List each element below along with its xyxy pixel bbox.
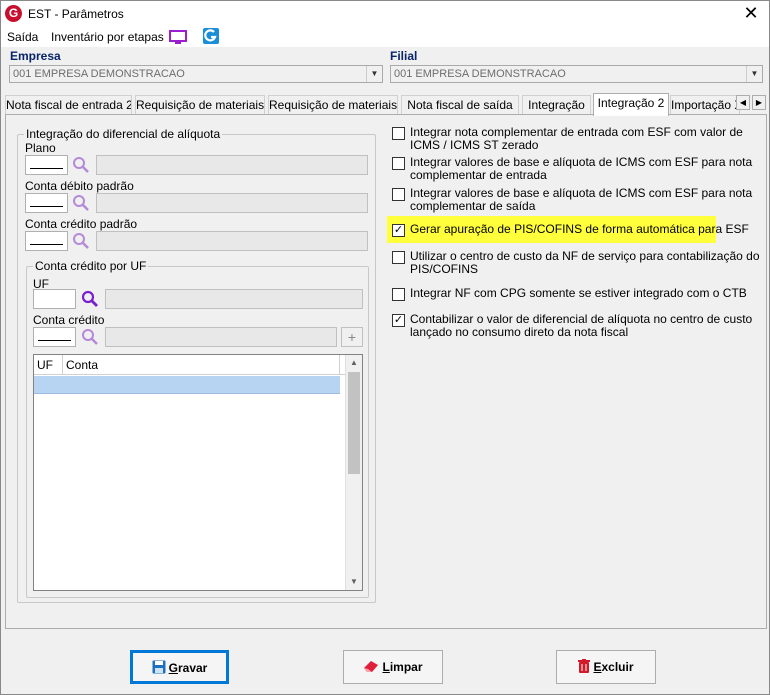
filial-combo[interactable]: 001 EMPRESA DEMONSTRACAO ▼ [390,65,763,83]
scroll-down-icon[interactable]: ▼ [346,574,362,590]
option-apuracao-pis-cofins-esf[interactable]: ✓ Gerar apuração de PIS/COFINS de forma … [392,223,762,239]
checkbox[interactable] [392,157,405,170]
tab-nota-fiscal-entrada-2[interactable]: Nota fiscal de entrada 2 [5,95,132,115]
option-base-aliquota-icms-saida[interactable]: Integrar valores de base e alíquota de I… [392,187,762,215]
tab-importacao[interactable]: Importação X [670,95,740,115]
parametros-window: G EST - Parâmetros ✕ Saída Inventário po… [0,0,770,695]
search-icon[interactable] [72,232,90,250]
checkbox[interactable] [392,188,405,201]
conta-credito-uf-input[interactable] [33,327,76,347]
conta-credito-input[interactable] [25,231,68,251]
option-label: Utilizar o centro de custo da NF de serv… [410,249,760,276]
plano-label: Plano [25,141,56,155]
tab-scroll-left-icon[interactable]: ◀ [736,95,750,110]
option-base-aliquota-icms-entrada[interactable]: Integrar valores de base e alíquota de I… [392,156,762,184]
empresa-value: 001 EMPRESA DEMONSTRACAO [13,68,185,80]
gravar-button[interactable]: Gravar [130,650,229,684]
monitor-icon[interactable] [169,30,187,45]
conta-debito-description [96,193,368,213]
tab-requisicao-materiais[interactable]: Requisição de materiais [135,95,265,115]
empresa-label: Empresa [10,49,61,63]
grid-header-uf[interactable]: UF [34,355,63,375]
tab-scroll-right-icon[interactable]: ▶ [752,95,766,110]
checkbox[interactable] [392,288,405,301]
group-conta-credito-uf-title: Conta crédito por UF [33,259,149,273]
uf-description [105,289,363,309]
tab-integracao[interactable]: Integração [522,95,591,115]
scroll-up-icon[interactable]: ▲ [346,355,362,371]
title-bar: G EST - Parâmetros ✕ [1,1,769,27]
option-label: Integrar NF com CPG somente se estiver i… [410,286,747,300]
eraser-icon [364,661,379,672]
conta-credito-uf-label: Conta crédito [33,313,105,327]
filial-label: Filial [390,49,418,63]
option-contabilizar-diferencial-aliquota[interactable]: ✓ Contabilizar o valor de diferencial de… [392,313,762,341]
search-icon[interactable] [81,328,99,346]
checkbox[interactable]: ✓ [392,314,405,327]
group-diferencial-title: Integração do diferencial de alíquota [24,127,223,141]
chevron-down-icon[interactable]: ▼ [366,66,382,82]
trash-icon [578,659,591,673]
search-icon[interactable] [72,194,90,212]
conta-debito-input[interactable] [25,193,68,213]
excluir-button[interactable]: Excluir [556,650,656,684]
option-label: Integrar nota complementar de entrada co… [410,125,743,152]
tab-requisicao-materiais-2[interactable]: Requisição de materiais 2 [268,95,398,115]
menu-saida[interactable]: Saída [7,30,38,44]
uf-input[interactable] [33,289,76,309]
conta-credito-description [96,231,368,251]
menu-bar: Saída Inventário por etapas [1,27,769,47]
conta-debito-label: Conta débito padrão [25,179,134,193]
plano-input[interactable] [25,155,68,175]
option-label: Contabilizar o valor de diferencial de a… [410,312,753,339]
plano-description [96,155,368,175]
option-label: Integrar valores de base e alíquota de I… [410,186,753,213]
checkbox[interactable] [392,251,405,264]
option-nota-complementar-entrada-icms-zerado[interactable]: Integrar nota complementar de entrada co… [392,126,762,154]
tab-nota-fiscal-saida[interactable]: Nota fiscal de saída [401,95,519,115]
checkbox[interactable]: ✓ [392,224,405,237]
option-centro-custo-nf-servico[interactable]: Utilizar o centro de custo da NF de serv… [392,250,762,278]
option-label: Integrar valores de base e alíquota de I… [410,155,753,182]
checkbox[interactable] [392,127,405,140]
save-icon [152,660,166,674]
menu-inventario-por-etapas[interactable]: Inventário por etapas [51,30,164,44]
tab-strip: Nota fiscal de entrada 2 Requisição de m… [5,93,767,116]
filial-value: 001 EMPRESA DEMONSTRACAO [394,68,566,80]
grid-header: UF Conta [34,355,347,375]
window-title: EST - Parâmetros [28,7,124,21]
app-logo-icon: G [5,5,22,22]
add-button[interactable]: + [341,327,363,347]
search-icon[interactable] [72,156,90,174]
uf-conta-grid[interactable]: UF Conta ▲ ▼ [33,354,363,591]
app-g-icon[interactable] [203,28,219,44]
search-icon[interactable] [81,290,99,308]
close-button[interactable]: ✕ [741,3,761,23]
tab-integracao-2[interactable]: Integração 2 [593,93,669,116]
option-nf-cpg-integrado-ctb[interactable]: Integrar NF com CPG somente se estiver i… [392,287,762,303]
table-row[interactable] [34,376,340,394]
conta-credito-label: Conta crédito padrão [25,217,138,231]
option-label: Gerar apuração de PIS/COFINS de forma au… [410,222,749,236]
grid-header-conta[interactable]: Conta [63,355,340,375]
empresa-combo[interactable]: 001 EMPRESA DEMONSTRACAO ▼ [9,65,383,83]
scroll-thumb[interactable] [348,372,360,474]
limpar-button[interactable]: Limpar [343,650,443,684]
grid-scrollbar[interactable]: ▲ ▼ [345,355,362,590]
conta-credito-uf-description [105,327,337,347]
chevron-down-icon[interactable]: ▼ [746,66,762,82]
